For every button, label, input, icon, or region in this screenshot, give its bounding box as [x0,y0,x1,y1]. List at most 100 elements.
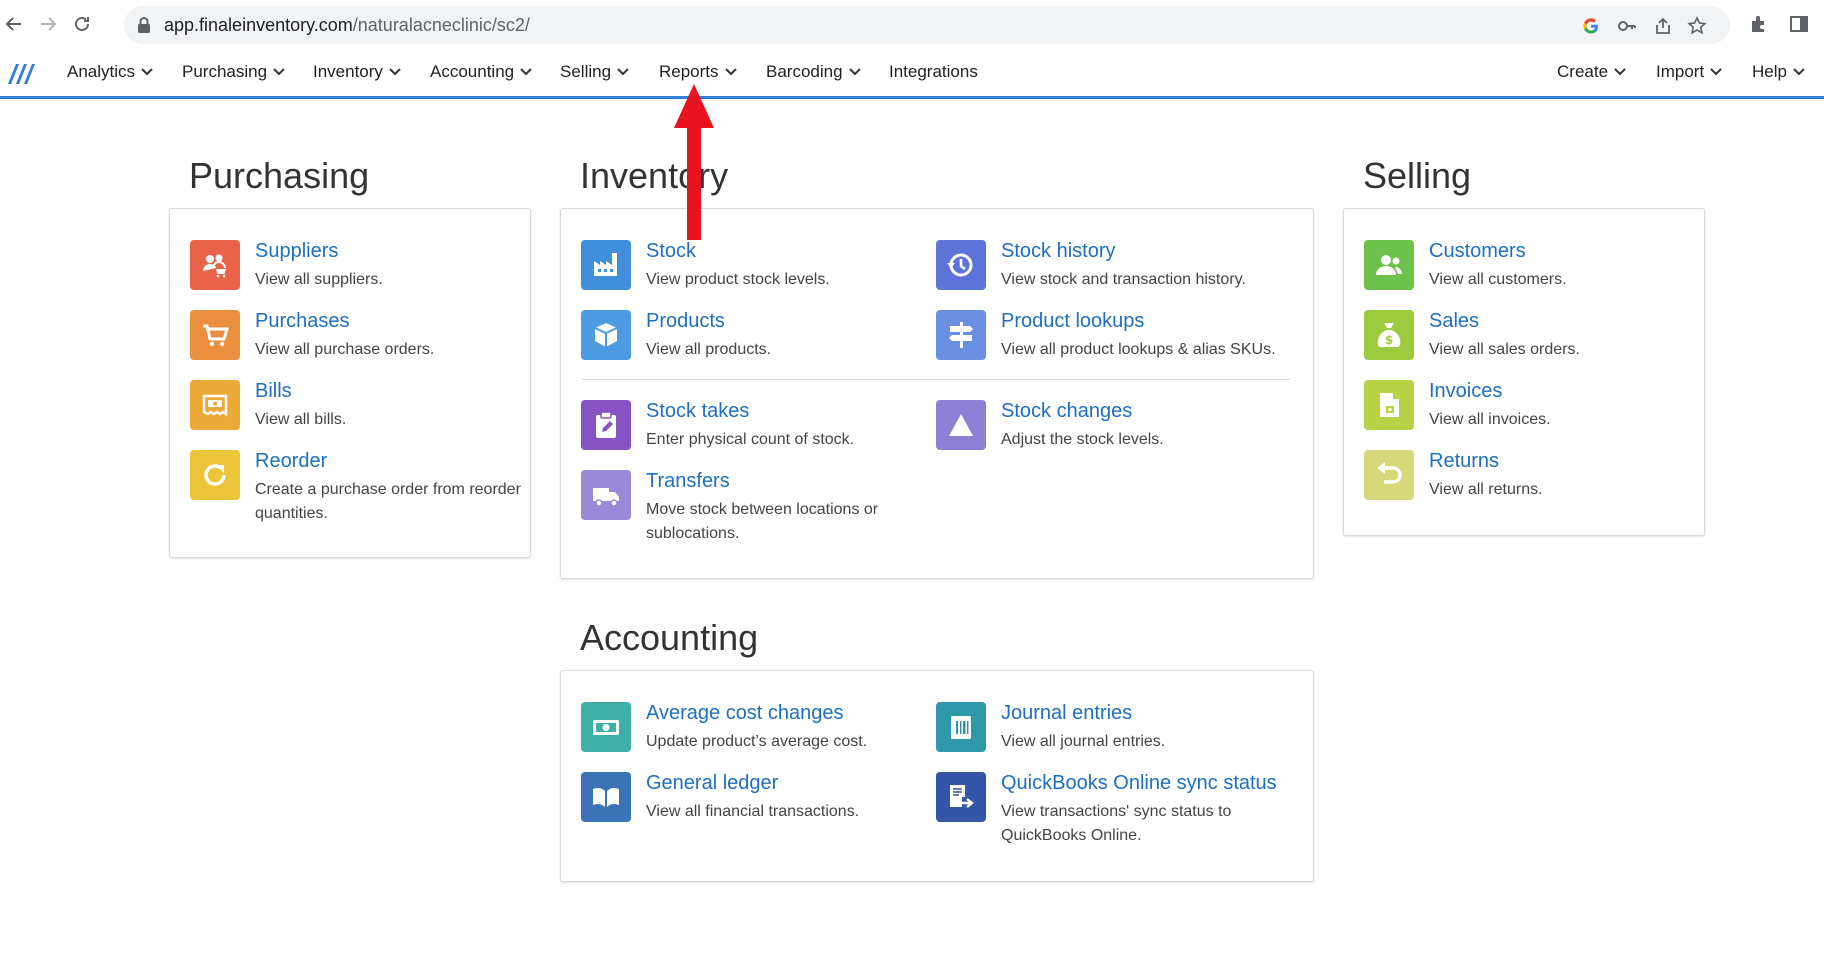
purchasing-title: Purchasing [189,155,370,196]
side-panel-icon[interactable] [1788,13,1812,37]
return-icon [1364,450,1414,500]
extensions-icon[interactable] [1748,13,1772,37]
nav-barcoding[interactable]: Barcoding [766,62,861,82]
nav-label: Reports [659,62,719,81]
item-title[interactable]: Bills [255,380,292,403]
journal-icon [936,702,986,752]
accounting-title: Accounting [580,617,759,658]
nav-purchasing[interactable]: Purchasing [182,62,285,82]
invoice-icon [1364,380,1414,430]
nav-label: Inventory [313,62,383,81]
history-icon [936,240,986,290]
nav-create[interactable]: Create [1557,62,1626,82]
item-description: View transactions' sync status to QuickB… [1001,803,1232,844]
selling-title: Selling [1363,155,1472,196]
address-bar[interactable]: app.finaleinventory.com/naturalacneclini… [124,6,1730,44]
chevron-down-icon [1614,68,1626,76]
nav-integrations[interactable]: Integrations [889,62,978,82]
chevron-down-icon [1793,68,1805,76]
item-title[interactable]: Average cost changes [646,702,844,725]
item-description: Update product’s average cost. [646,733,868,750]
ledger-icon [581,772,631,822]
share-icon[interactable] [1652,15,1674,37]
item-title[interactable]: Transfers [646,470,730,493]
item-description: View all product lookups & alias SKUs. [1001,341,1276,358]
item-description: View all bills. [255,411,347,428]
item-title[interactable]: Stock history [1001,240,1115,263]
item-description: View product stock levels. [646,271,830,288]
item-title[interactable]: Product lookups [1001,310,1144,333]
item-description: View all products. [646,341,772,358]
signpost-icon [936,310,986,360]
nav-reports[interactable]: Reports [659,62,737,82]
nav-label: Selling [560,62,612,81]
purchasing-panel: Suppliers View all suppliers. Purchases … [169,208,531,558]
forward-button[interactable] [34,10,62,38]
inventory-divider [581,379,1291,380]
selling-panel: Customers View all customers. $ Sales Vi… [1343,208,1705,536]
nav-accounting[interactable]: Accounting [430,62,532,82]
item-description: View all returns. [1429,481,1543,498]
item-description: Move stock between locations or sublocat… [646,501,879,542]
item-title[interactable]: Journal entries [1001,702,1132,725]
nav-inventory[interactable]: Inventory [313,62,401,82]
google-icon[interactable] [1580,15,1602,37]
lock-icon [138,17,150,33]
item-description: View all invoices. [1429,411,1551,428]
factory-icon [581,240,631,290]
suppliers-icon [190,240,240,290]
item-title[interactable]: General ledger [646,772,778,795]
item-description: Create a purchase order from reorder qua… [255,481,521,522]
reorder-icon [190,450,240,500]
nav-label: Accounting [430,62,515,81]
chevron-down-icon [1710,68,1722,76]
finale-logo-icon[interactable] [6,60,36,86]
bill-icon [190,380,240,430]
chevron-down-icon [520,68,532,76]
chevron-down-icon [617,68,629,76]
chevron-down-icon [389,68,401,76]
url-text: app.finaleinventory.com/naturalacneclini… [164,15,530,36]
truck-icon [581,470,631,520]
key-icon[interactable] [1616,15,1638,37]
browser-toolbar: app.finaleinventory.com/naturalacneclini… [0,0,1824,51]
item-description: View all customers. [1429,271,1567,288]
box-icon [581,310,631,360]
item-description: Enter physical count of stock. [646,431,855,448]
inventory-panel: Stock View product stock levels. Stock h… [560,208,1314,579]
url-path: /naturalacneclinic/sc2/ [352,15,530,35]
nav-import[interactable]: Import [1656,62,1722,82]
item-description: Adjust the stock levels. [1001,431,1164,448]
star-icon[interactable] [1686,15,1708,37]
annotation-arrow-icon [674,84,714,240]
item-title[interactable]: Products [646,310,725,333]
nav-analytics[interactable]: Analytics [67,62,153,82]
clipboard-icon [581,400,631,450]
chevron-down-icon [724,68,737,76]
chevron-down-icon [141,68,153,76]
item-title[interactable]: Suppliers [255,240,338,263]
item-description: View all suppliers. [255,271,383,288]
item-title[interactable]: Invoices [1429,380,1502,403]
item-title[interactable]: Stock changes [1001,400,1132,423]
back-arrow-icon [5,17,21,31]
nav-label: Barcoding [766,62,843,81]
item-description: View all financial transactions. [646,803,860,820]
item-description: View all journal entries. [1001,733,1166,750]
item-title[interactable]: Customers [1429,240,1526,263]
money-icon [581,702,631,752]
reload-button[interactable] [68,10,96,38]
reload-icon [75,16,89,31]
app-navbar: Analytics Purchasing Inventory Accountin… [0,50,1824,99]
item-title[interactable]: Reorder [255,450,327,473]
svg-text:$: $ [1385,333,1393,347]
item-title[interactable]: Stock takes [646,400,749,423]
item-title[interactable]: Returns [1429,450,1499,473]
nav-selling[interactable]: Selling [560,62,629,82]
back-button[interactable] [0,10,28,38]
nav-help[interactable]: Help [1752,62,1805,82]
item-title[interactable]: Sales [1429,310,1479,333]
nav-label: Integrations [889,62,978,81]
item-title[interactable]: Purchases [255,310,350,333]
item-title[interactable]: QuickBooks Online sync status [1001,772,1277,795]
